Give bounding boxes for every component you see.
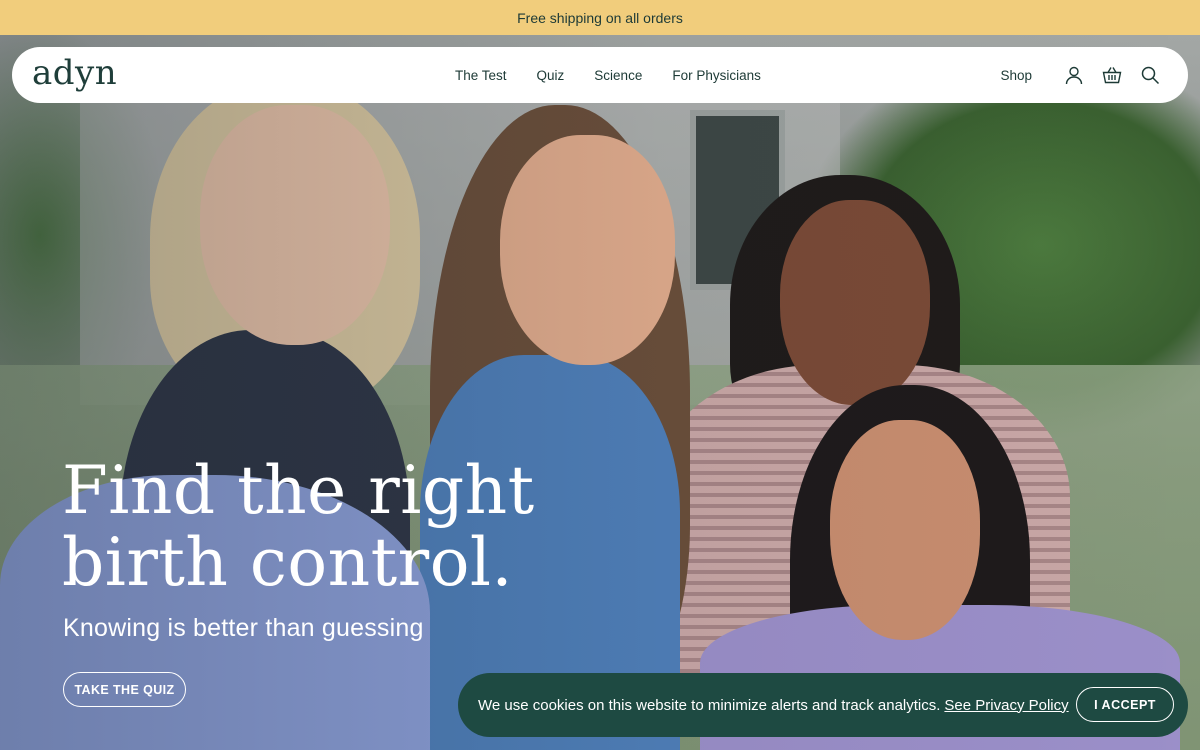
- hero-headline-line-2: birth control.: [62, 524, 514, 601]
- main-nav: adyn The Test Quiz Science For Physician…: [12, 47, 1188, 103]
- nav-right: Shop: [1000, 47, 1162, 103]
- cookie-message: We use cookies on this website to minimi…: [478, 673, 1069, 737]
- logo[interactable]: adyn: [32, 53, 117, 93]
- nav-link-quiz[interactable]: Quiz: [537, 68, 565, 83]
- announcement-text: Free shipping on all orders: [517, 9, 683, 26]
- account-icon[interactable]: [1062, 63, 1086, 87]
- hero-headline: Find the right birth control.: [62, 455, 582, 599]
- nav-link-shop[interactable]: Shop: [1000, 68, 1032, 83]
- search-icon[interactable]: [1138, 63, 1162, 87]
- hero-headline-line-1: Find the right: [62, 452, 535, 529]
- cookie-text: We use cookies on this website to minimi…: [478, 696, 941, 714]
- hero-subheading: Knowing is better than guessing: [63, 614, 424, 642]
- nav-link-science[interactable]: Science: [594, 68, 642, 83]
- cookie-banner: We use cookies on this website to minimi…: [458, 673, 1188, 737]
- accept-cookies-button[interactable]: I ACCEPT: [1076, 687, 1174, 722]
- take-the-quiz-button[interactable]: TAKE THE QUIZ: [63, 672, 186, 707]
- nav-link-the-test[interactable]: The Test: [455, 68, 507, 83]
- announcement-bar: Free shipping on all orders: [0, 0, 1200, 35]
- basket-icon[interactable]: [1100, 63, 1124, 87]
- nav-link-for-physicians[interactable]: For Physicians: [672, 68, 761, 83]
- nav-links: The Test Quiz Science For Physicians: [455, 47, 791, 103]
- privacy-policy-link[interactable]: See Privacy Policy: [944, 697, 1068, 714]
